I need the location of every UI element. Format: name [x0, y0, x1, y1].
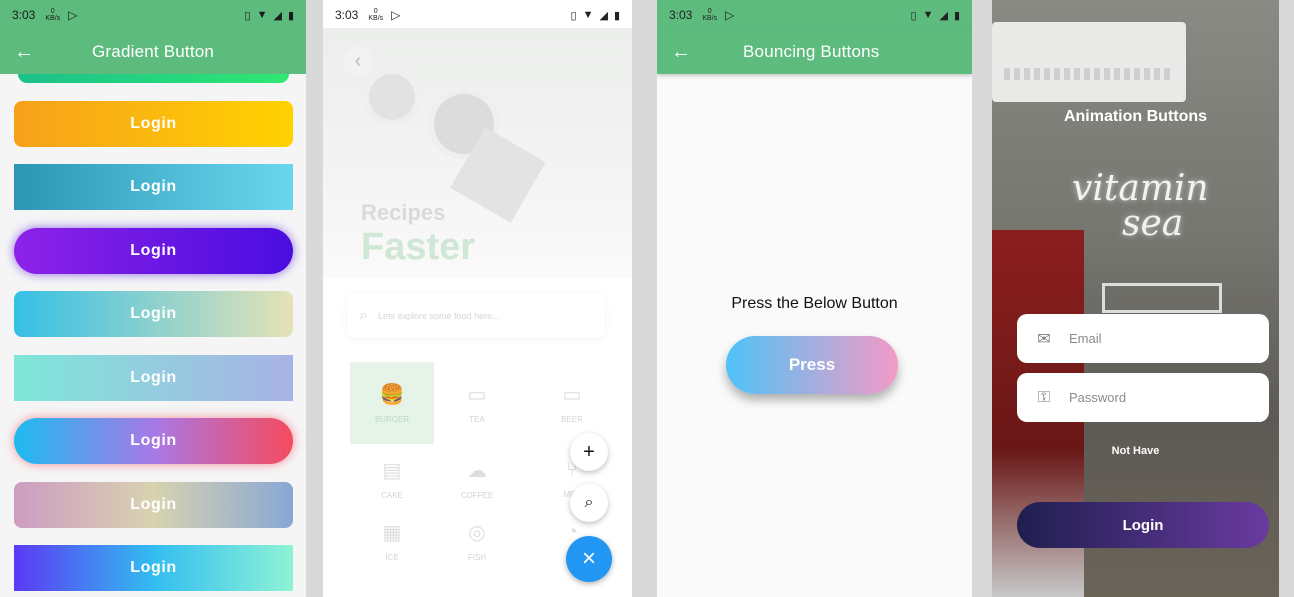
category-label: TEA	[469, 415, 485, 424]
category-label: FISH	[467, 553, 487, 562]
status-bar: 3:03 0 KB/s ▷ ▯ ▼ ◢ ▮	[657, 0, 972, 30]
vibrate-icon: ▯	[244, 9, 251, 22]
bouncing-buttons-screen: 3:03 0 KB/s ▷ ▯ ▼ ◢ ▮ ← Bouncing Buttons …	[657, 0, 972, 597]
press-prompt: Press the Below Button	[731, 295, 898, 312]
status-icons: ▯ ▼ ◢ ▮	[245, 9, 294, 22]
bowl-image	[363, 68, 421, 126]
category-label: CAKE	[381, 491, 403, 500]
target-icon: ◎	[468, 522, 486, 544]
login-button[interactable]: Login	[1017, 502, 1269, 548]
login-button[interactable]: Login	[14, 482, 293, 528]
partial-gradient-button[interactable]	[18, 74, 289, 83]
back-arrow-icon[interactable]: ←	[0, 41, 48, 64]
air-conditioner-image	[992, 22, 1186, 102]
network-speed: 0 KB/s	[45, 8, 61, 22]
plus-icon: +	[583, 440, 595, 463]
wifi-icon: ▼	[922, 8, 934, 21]
not-have-link[interactable]: Not Have	[992, 445, 1279, 457]
gradient-button-screen: 3:03 0 KB/s ▷ ▯ ▼ ◢ ▮ ← Gradient Button L…	[0, 0, 306, 597]
key-icon: ⚿	[1037, 388, 1051, 406]
network-speed: 0 KB/s	[368, 8, 384, 22]
app-bar: ← Bouncing Buttons	[657, 30, 972, 74]
category-item[interactable]: ▦ ICE	[350, 500, 434, 582]
close-fab[interactable]: ×	[566, 536, 612, 582]
play-store-icon: ▷	[68, 8, 78, 22]
category-item[interactable]: ▭ BEER	[530, 362, 614, 444]
login-button[interactable]: Login	[14, 164, 293, 210]
signal-icon: ◢	[599, 9, 608, 22]
burger-icon: 🍔	[379, 384, 405, 406]
ac-vent-image	[1004, 68, 1174, 80]
animation-buttons-screen: vitamin sea Animation Buttons ✉ Email ⚿ …	[992, 0, 1279, 597]
search-box[interactable]: ⌕ Lets explore some food here...	[347, 294, 605, 338]
page-title: Bouncing Buttons	[743, 42, 880, 61]
battery-icon: ▮	[287, 9, 294, 22]
status-time: 3:03	[335, 8, 359, 22]
signal-icon: ◢	[273, 9, 282, 22]
recipes-heading: Recipes	[361, 200, 446, 225]
back-chevron-icon[interactable]: ‹	[343, 46, 373, 76]
cup-icon: ▭	[467, 384, 487, 406]
status-time: 3:03	[669, 8, 693, 22]
press-button[interactable]: Press	[726, 336, 898, 394]
category-label: COFFEE	[460, 491, 494, 500]
status-icons: ▯ ▼ ◢ ▮	[571, 9, 620, 22]
add-fab[interactable]: +	[570, 433, 608, 471]
category-item[interactable]: 🍔 BURGER	[350, 362, 434, 444]
vibrate-icon: ▯	[910, 9, 917, 22]
play-store-icon: ▷	[391, 8, 401, 22]
category-label: BURGER	[374, 415, 410, 424]
login-button[interactable]: Login	[14, 545, 293, 591]
email-field[interactable]: ✉ Email	[1017, 314, 1269, 363]
battery-icon: ▮	[953, 9, 960, 22]
search-icon: ⌕	[359, 307, 368, 324]
picture-frame-image	[1102, 283, 1222, 313]
password-field[interactable]: ⚿ Password	[1017, 373, 1269, 422]
network-speed: 0 KB/s	[702, 8, 718, 22]
mail-icon: ✉	[1037, 330, 1051, 348]
email-input[interactable]: Email	[1069, 331, 1102, 346]
category-label: ICE	[385, 553, 399, 562]
login-button[interactable]: Login	[14, 418, 293, 464]
close-icon: ×	[581, 545, 596, 572]
screenshot-collage: 3:03 0 KB/s ▷ ▯ ▼ ◢ ▮ ← Gradient Button L…	[0, 0, 1294, 597]
chart-icon: ▦	[382, 522, 402, 544]
cloud-icon: ☁	[467, 460, 487, 482]
status-bar: 3:03 0 KB/s ▷ ▯ ▼ ◢ ▮	[0, 0, 306, 30]
category-item[interactable]: ◎ FISH	[435, 500, 519, 582]
hero-image: ‹ Recipes Faster	[323, 28, 632, 278]
signal-icon: ◢	[939, 9, 948, 22]
page-title: Animation Buttons	[1063, 108, 1208, 125]
battery-icon: ▮	[613, 9, 620, 22]
login-button[interactable]: Login	[14, 355, 293, 401]
cake-icon: ▤	[382, 460, 402, 482]
search-fab[interactable]: ⌕	[570, 484, 608, 522]
status-time: 3:03	[12, 8, 36, 22]
faster-heading: Faster	[361, 226, 476, 268]
recipes-screen: 3:03 0 KB/s ▷ ▯ ▼ ◢ ▮ ‹ Recipes Faster ⌕ …	[323, 0, 632, 597]
neon-sign: vitamin sea	[1072, 168, 1209, 244]
login-button[interactable]: Login	[14, 101, 293, 147]
password-input[interactable]: Password	[1069, 390, 1126, 405]
login-button[interactable]: Login	[14, 291, 293, 337]
app-bar: ← Gradient Button	[0, 30, 306, 74]
login-button[interactable]: Login	[14, 228, 293, 274]
search-icon: ⌕	[584, 494, 594, 511]
wifi-icon: ▼	[582, 8, 594, 21]
play-store-icon: ▷	[725, 8, 735, 22]
wifi-icon: ▼	[256, 8, 268, 21]
status-bar: 3:03 0 KB/s ▷ ▯ ▼ ◢ ▮	[323, 0, 632, 30]
back-arrow-icon[interactable]: ←	[657, 41, 705, 64]
category-item[interactable]: ▭ TEA	[435, 362, 519, 444]
page-title: Gradient Button	[92, 42, 215, 61]
vibrate-icon: ▯	[570, 9, 577, 22]
status-icons: ▯ ▼ ◢ ▮	[911, 9, 960, 22]
beer-icon: ▭	[562, 384, 582, 406]
search-input[interactable]: Lets explore some food here...	[378, 311, 500, 321]
category-label: BEER	[561, 415, 583, 424]
